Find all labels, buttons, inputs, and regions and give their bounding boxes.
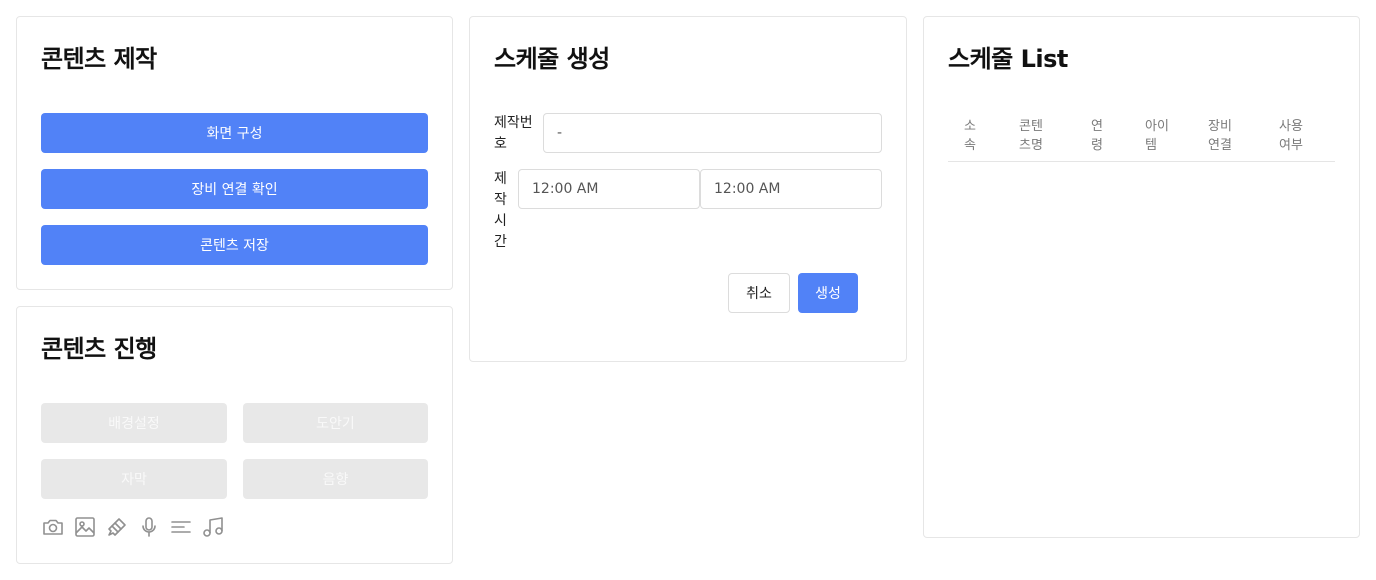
column-header-content-name: 콘텐 츠명 [1019, 119, 1043, 153]
create-button[interactable]: 생성 [798, 273, 858, 313]
content-production-card: 콘텐츠 제작 화면 구성 장비 연결 확인 콘텐츠 저장 [16, 16, 453, 290]
image-icon[interactable] [73, 515, 97, 539]
schedule-create-title: 스케줄 생성 [494, 45, 610, 73]
subtitle-button[interactable]: 자막 [41, 459, 227, 499]
schedule-create-card: 스케줄 생성 제작번 호 - 제 작 시 간 12:00 AM 12:00 AM… [469, 16, 907, 362]
equipment-check-button[interactable]: 장비 연결 확인 [41, 169, 428, 209]
content-progress-title: 콘텐츠 진행 [41, 335, 157, 363]
camera-icon[interactable] [41, 515, 65, 539]
table-header-divider [948, 161, 1335, 162]
microphone-icon[interactable] [137, 515, 161, 539]
text-lines-icon[interactable] [169, 515, 193, 539]
content-progress-card: 콘텐츠 진행 배경설정 도안기 자막 음향 [16, 306, 453, 564]
cancel-button[interactable]: 취소 [728, 273, 790, 313]
production-time-label: 제 작 시 간 [494, 171, 507, 250]
content-production-title: 콘텐츠 제작 [41, 45, 157, 73]
content-save-button[interactable]: 콘텐츠 저장 [41, 225, 428, 265]
column-header-age: 연 령 [1091, 119, 1103, 153]
screen-compose-button[interactable]: 화면 구성 [41, 113, 428, 153]
production-number-label: 제작번 호 [494, 115, 533, 152]
music-icon[interactable] [201, 515, 225, 539]
production-number-field[interactable]: - [543, 113, 882, 153]
end-time-field[interactable]: 12:00 AM [700, 169, 882, 209]
start-time-field[interactable]: 12:00 AM [518, 169, 700, 209]
drawing-button[interactable]: 도안기 [243, 403, 428, 443]
schedule-list-card: 스케줄 List 소 속 콘텐 츠명 연 령 아이 템 장비 연결 사용 여부 [923, 16, 1360, 538]
background-setting-button[interactable]: 배경설정 [41, 403, 227, 443]
column-header-affiliation: 소 속 [964, 119, 976, 153]
brush-icon[interactable] [105, 515, 129, 539]
column-header-item: 아이 템 [1145, 119, 1169, 153]
schedule-list-title: 스케줄 List [948, 45, 1068, 73]
column-header-equipment-connection: 장비 연결 [1208, 119, 1232, 153]
sound-button[interactable]: 음향 [243, 459, 428, 499]
column-header-usage: 사용 여부 [1279, 119, 1303, 153]
